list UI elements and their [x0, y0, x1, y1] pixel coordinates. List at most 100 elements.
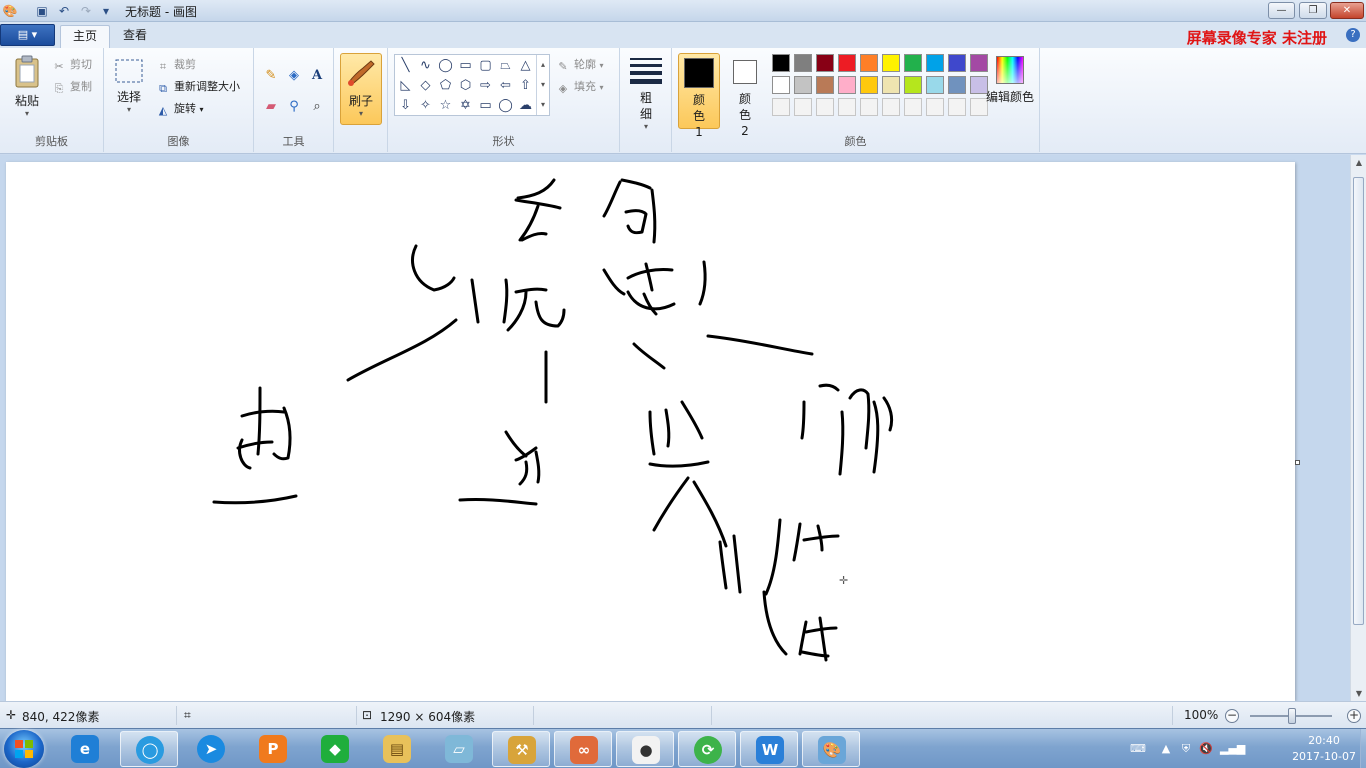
palette-swatch[interactable] [926, 76, 944, 94]
custom-color-slot[interactable] [904, 98, 922, 116]
taskbar-feiq[interactable]: ➤ [182, 731, 240, 767]
drawing-canvas[interactable]: ✛ [6, 162, 1295, 701]
taskbar-wps[interactable]: W [740, 731, 798, 767]
custom-color-slot[interactable] [838, 98, 856, 116]
crop-button[interactable]: ⌗ 裁剪 [156, 56, 196, 73]
scroll-down-icon[interactable]: ▼ [1351, 689, 1366, 698]
magnifier-icon[interactable]: ⌕ [307, 97, 327, 117]
taskbar-presentation[interactable]: P [244, 731, 302, 767]
pentagon-shape-icon[interactable]: ⬠ [436, 76, 455, 95]
palette-swatch[interactable] [860, 76, 878, 94]
palette-swatch[interactable] [926, 54, 944, 72]
size-button[interactable]: 粗细 ▾ [628, 56, 664, 131]
color2-button[interactable]: 颜色 2 [724, 53, 766, 138]
right-triangle-shape-icon[interactable]: ◺ [396, 76, 415, 95]
custom-color-slot[interactable] [860, 98, 878, 116]
palette-swatch[interactable] [794, 54, 812, 72]
taskbar-paint[interactable]: 🎨 [802, 731, 860, 767]
minimize-button[interactable]: — [1268, 2, 1295, 19]
rotate-button[interactable]: ◭ 旋转 ▾ [156, 100, 204, 117]
tab-home[interactable]: 主页 [60, 25, 111, 48]
file-menu-button[interactable]: ▤ ▾ [0, 24, 55, 46]
right-arrow-shape-icon[interactable]: ⇨ [476, 76, 495, 95]
taskbar-green-app[interactable]: ◆ [306, 731, 364, 767]
oval-callout-shape-icon[interactable]: ◯ [496, 96, 515, 115]
paint-app-icon[interactable]: 🎨 [2, 3, 18, 19]
clock[interactable]: 20:40 2017-10-07 [1292, 733, 1356, 765]
taskbar-network-app[interactable]: ∞ [554, 731, 612, 767]
curve-shape-icon[interactable]: ∿ [416, 56, 435, 75]
custom-color-slot[interactable] [816, 98, 834, 116]
cloud-callout-shape-icon[interactable]: ☁ [516, 96, 535, 115]
polygon-shape-icon[interactable]: ⏢ [496, 56, 515, 75]
hexagon-shape-icon[interactable]: ⬡ [456, 76, 475, 95]
palette-swatch[interactable] [882, 76, 900, 94]
diamond-shape-icon[interactable]: ◇ [416, 76, 435, 95]
palette-swatch[interactable] [772, 76, 790, 94]
close-button[interactable]: ✕ [1330, 2, 1364, 19]
cut-button[interactable]: ✂ 剪切 [52, 56, 92, 73]
taskbar-media[interactable]: ● [616, 731, 674, 767]
palette-swatch[interactable] [772, 54, 790, 72]
palette-swatch[interactable] [904, 76, 922, 94]
rounded-callout-shape-icon[interactable]: ▭ [476, 96, 495, 115]
pencil-icon[interactable]: ✎ [261, 66, 281, 86]
custom-color-slot[interactable] [926, 98, 944, 116]
scroll-up-icon[interactable]: ▲ [1351, 158, 1366, 167]
custom-color-slot[interactable] [772, 98, 790, 116]
palette-swatch[interactable] [882, 54, 900, 72]
taskbar-sync[interactable]: ⟳ [678, 731, 736, 767]
custom-color-slot[interactable] [794, 98, 812, 116]
fill-button[interactable]: ◈ 填充 ▾ [556, 78, 604, 95]
down-arrow-shape-icon[interactable]: ⇩ [396, 96, 415, 115]
palette-swatch[interactable] [838, 76, 856, 94]
keyboard-icon[interactable]: ⌨ [1130, 741, 1146, 757]
text-tool-icon[interactable]: A [307, 66, 327, 86]
maximize-button[interactable]: ❐ [1299, 2, 1327, 19]
color1-button[interactable]: 颜色 1 [678, 53, 720, 139]
show-desktop-button[interactable] [1360, 729, 1366, 768]
zoom-in-button[interactable]: + [1347, 709, 1361, 723]
security-shield-icon[interactable]: ⛨ [1178, 741, 1194, 757]
taskbar-ie[interactable]: e [56, 731, 114, 767]
paste-button[interactable]: 粘贴 ▾ [8, 54, 46, 118]
palette-swatch[interactable] [794, 76, 812, 94]
taskbar-tools[interactable]: ⚒ [492, 731, 550, 767]
undo-icon[interactable]: ↶ [56, 3, 72, 19]
six-point-star-shape-icon[interactable]: ✡ [456, 96, 475, 115]
palette-swatch[interactable] [948, 54, 966, 72]
help-icon[interactable]: ? [1346, 28, 1360, 42]
four-point-star-shape-icon[interactable]: ✧ [416, 96, 435, 115]
rounded-rectangle-shape-icon[interactable]: ▢ [476, 56, 495, 75]
vertical-scrollbar[interactable]: ▲ ▼ [1350, 155, 1366, 701]
up-arrow-shape-icon[interactable]: ⇧ [516, 76, 535, 95]
custom-color-slot[interactable] [948, 98, 966, 116]
start-button[interactable] [4, 730, 44, 768]
zoom-out-button[interactable]: − [1225, 709, 1239, 723]
eraser-icon[interactable]: ▰ [261, 97, 281, 117]
left-arrow-shape-icon[interactable]: ⇦ [496, 76, 515, 95]
palette-swatch[interactable] [860, 54, 878, 72]
canvas-resize-handle[interactable] [1295, 460, 1300, 465]
shapes-scroll[interactable]: ▴ ▾ ▾ [536, 55, 549, 115]
line-shape-icon[interactable]: ╲ [396, 56, 415, 75]
palette-swatch[interactable] [948, 76, 966, 94]
scrollbar-thumb[interactable] [1353, 177, 1364, 625]
custom-color-slot[interactable] [882, 98, 900, 116]
save-icon[interactable]: ▣ [34, 3, 50, 19]
oval-shape-icon[interactable]: ◯ [436, 56, 455, 75]
five-point-star-shape-icon[interactable]: ☆ [436, 96, 455, 115]
zoom-slider-thumb[interactable] [1288, 708, 1296, 724]
triangle-shape-icon[interactable]: △ [516, 56, 535, 75]
copy-button[interactable]: ⎘ 复制 [52, 78, 92, 95]
tab-view[interactable]: 查看 [111, 25, 159, 48]
palette-swatch[interactable] [816, 54, 834, 72]
taskbar-qq-browser[interactable]: ◯ [120, 731, 178, 767]
network-signal-icon[interactable]: ▂▄▆ [1220, 741, 1245, 757]
edit-colors-button[interactable]: 编辑颜色 [982, 56, 1038, 105]
redo-icon[interactable]: ↷ [78, 3, 94, 19]
color-picker-icon[interactable]: ⚲ [284, 97, 304, 117]
palette-swatch[interactable] [838, 54, 856, 72]
taskbar-notepad[interactable]: ▱ [430, 731, 488, 767]
customize-quick-access-icon[interactable]: ▾ [98, 3, 114, 19]
